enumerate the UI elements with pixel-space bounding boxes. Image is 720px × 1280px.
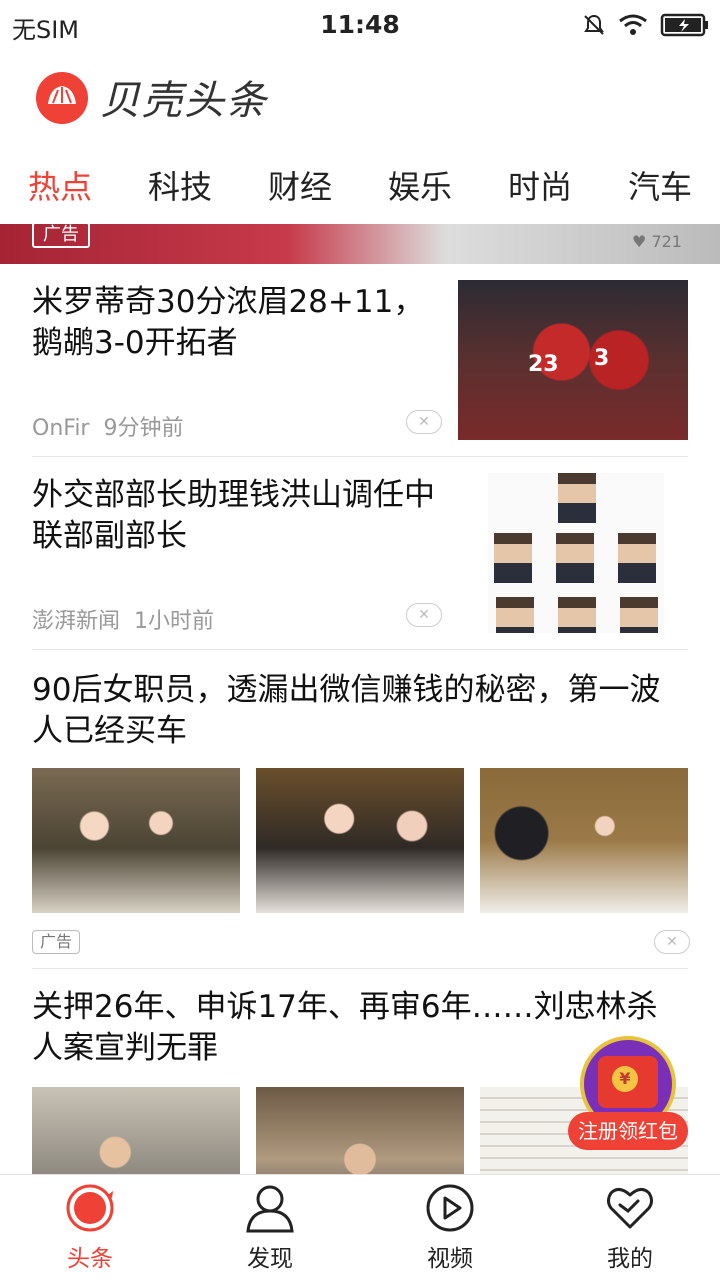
article-title: 外交部部长助理钱洪山调任中联部副部长 — [32, 477, 435, 554]
tab-hot[interactable]: 热点 — [28, 162, 92, 208]
article-card[interactable]: 外交部部长助理钱洪山调任中联部副部长 澎湃新闻 1小时前 ✕ — [0, 457, 720, 649]
nav-headlines[interactable]: 头条 — [0, 1175, 180, 1280]
coin-icon: ¥ — [612, 1066, 638, 1092]
article-image — [32, 1087, 240, 1174]
article-title: 90后女职员，透漏出微信赚钱的秘密，第一波人已经买车 — [32, 672, 661, 749]
article-source: 澎湃新闻 — [32, 609, 121, 634]
video-play-icon — [426, 1184, 474, 1232]
heart-profile-icon — [607, 1188, 653, 1229]
article-card[interactable]: 90后女职员，透漏出微信赚钱的秘密，第一波人已经买车 广告 ✕ — [0, 650, 720, 968]
article-meta: OnFir 9分钟前 — [32, 410, 183, 442]
nav-discover[interactable]: 发现 — [180, 1175, 360, 1280]
article-image — [32, 768, 240, 913]
battery-charging-icon — [660, 13, 708, 37]
news-feed[interactable]: 广告 ♥ 721 米罗蒂奇30分浓眉28+11，鹅鹕3-0开拓者 OnFir 9分… — [0, 224, 720, 1174]
status-bar: 无SIM 11:48 — [0, 0, 720, 50]
ad-badge: 广告 — [32, 224, 90, 248]
ad-likes-value: 721 — [651, 232, 682, 251]
article-title: 米罗蒂奇30分浓眉28+11，鹅鹕3-0开拓者 — [32, 284, 425, 361]
ad-badge: 广告 — [32, 930, 80, 954]
nav-profile[interactable]: 我的 — [540, 1175, 720, 1280]
bottom-nav: 头条 发现 视频 我的 — [0, 1174, 720, 1280]
tab-finance[interactable]: 财经 — [268, 162, 332, 208]
heart-icon: ♥ — [632, 232, 647, 251]
status-icons — [582, 10, 710, 40]
article-card[interactable]: 米罗蒂奇30分浓眉28+11，鹅鹕3-0开拓者 OnFir 9分钟前 ✕ 23 3 — [0, 264, 720, 456]
article-source: OnFir — [32, 416, 90, 441]
article-meta: 澎湃新闻 1小时前 — [32, 603, 214, 635]
article-thumbnail: 23 3 — [458, 280, 688, 440]
red-packet-promo[interactable]: ¥ 注册领红包 — [568, 1036, 692, 1156]
tab-entertainment[interactable]: 娱乐 — [388, 162, 452, 208]
discover-icon — [246, 1185, 294, 1233]
dismiss-button[interactable]: ✕ — [406, 410, 442, 434]
dismiss-button[interactable]: ✕ — [406, 603, 442, 627]
tab-tech[interactable]: 科技 — [148, 162, 212, 208]
nav-label: 发现 — [247, 1246, 293, 1272]
nav-label: 我的 — [607, 1246, 653, 1272]
article-image — [256, 1087, 464, 1174]
dismiss-button[interactable]: ✕ — [654, 930, 690, 954]
nav-label: 头条 — [67, 1246, 113, 1272]
ad-likes-count: ♥ 721 — [632, 232, 682, 251]
article-thumbnail — [488, 473, 664, 633]
app-header: 贝壳头条 — [0, 50, 720, 142]
register-red-packet-button[interactable]: 注册领红包 — [568, 1112, 688, 1150]
category-tabs: 热点 科技 财经 娱乐 时尚 汽车 — [0, 142, 720, 226]
ad-banner[interactable]: 广告 ♥ 721 — [0, 224, 720, 264]
tab-fashion[interactable]: 时尚 — [508, 162, 572, 208]
article-time: 9分钟前 — [103, 416, 184, 441]
article-image — [256, 768, 464, 913]
wifi-icon — [619, 14, 647, 35]
article-image — [480, 768, 688, 913]
article-time: 1小时前 — [134, 609, 215, 634]
shell-logo-icon — [36, 72, 88, 124]
mute-bell-icon — [584, 14, 604, 35]
nav-label: 视频 — [427, 1246, 473, 1272]
headlines-icon — [66, 1184, 114, 1232]
tab-auto[interactable]: 汽车 — [628, 162, 692, 208]
nav-video[interactable]: 视频 — [360, 1175, 540, 1280]
app-logo-text: 贝壳头条 — [100, 78, 268, 124]
